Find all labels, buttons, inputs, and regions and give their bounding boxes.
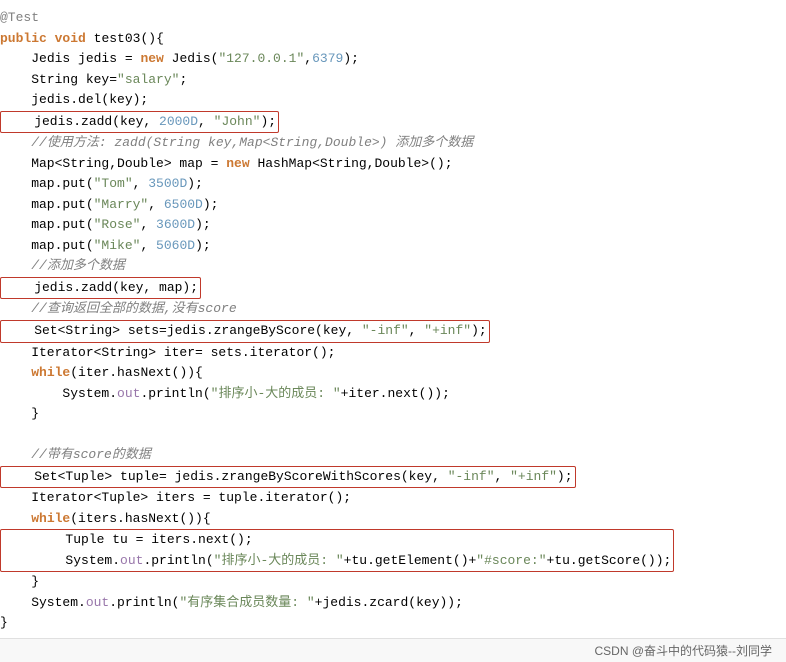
brand-label: CSDN @奋斗中的代码猿--刘同学 <box>594 642 772 659</box>
footer: CSDN @奋斗中的代码猿--刘同学 <box>0 638 786 662</box>
